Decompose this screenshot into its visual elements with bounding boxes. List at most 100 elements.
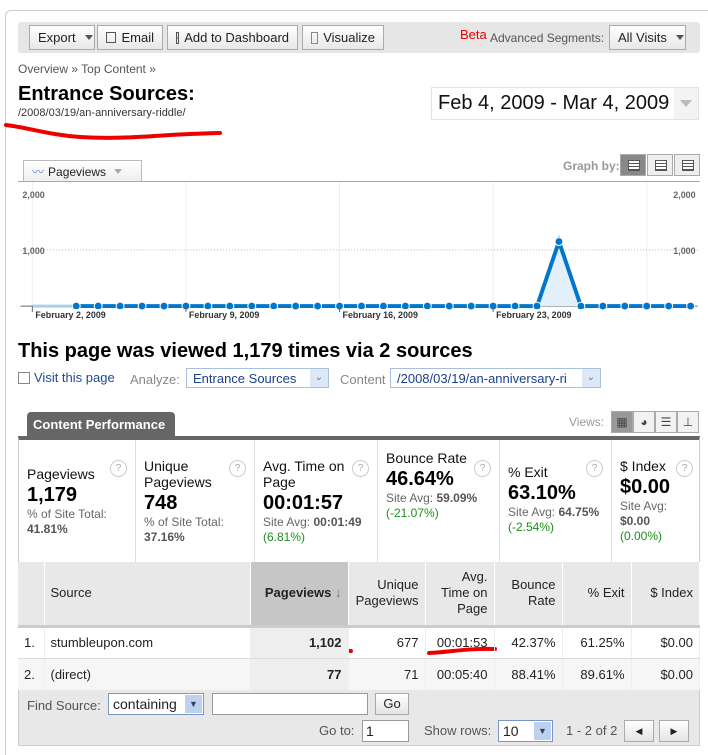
analyze-dropdown[interactable]: Entrance Sources ⌄ [186,368,329,388]
help-icon[interactable]: ? [352,460,369,477]
chevron-down-icon [84,35,93,40]
help-icon[interactable]: ? [229,460,246,477]
scorecard-sub: Site Avg: [508,505,556,519]
source-link[interactable]: stumbleupon.com [44,626,251,659]
col-source[interactable]: Source [44,562,251,628]
series-area [76,241,691,307]
graph-by-day-button[interactable] [620,154,646,176]
x-tick-label: February 9, 2009 [189,310,259,320]
beta-label: Beta [460,27,487,42]
col-index[interactable]: $ Index [631,562,700,628]
pivot-view-icon[interactable]: ⊥ [677,411,699,433]
red-underline-title [4,123,222,140]
pagination-range: 1 - 2 of 2 [566,723,618,738]
scorecard-avg: 64.75% [558,505,600,519]
pie-view-icon[interactable]: ◕ [633,411,655,433]
col-pageviews[interactable]: Pageviews ↓ [250,562,349,628]
chevron-down-icon [675,35,684,40]
data-point [576,301,586,311]
scorecard: Unique Pageviews 748 % of Site Total: 37… [136,440,255,562]
data-point [444,301,454,311]
email-button[interactable]: Email [97,25,163,50]
scorecard-title: Bounce Rate [386,450,467,466]
segments-dropdown[interactable]: All Visits [609,25,686,50]
table-header: Source Pageviews ↓ Unique Pageviews Avg.… [18,562,700,628]
data-point [225,301,235,311]
export-button[interactable]: Export [29,25,95,50]
col-bounce-rate[interactable]: Bounce Rate [494,562,563,628]
data-point [686,301,696,311]
source-link[interactable]: (direct) [44,658,251,691]
external-link-icon [18,371,30,384]
avg-time-cell: 00:01:53 [425,626,495,659]
y-tick-label-right: 1,000 [673,246,695,256]
find-source-input[interactable] [212,693,368,715]
show-rows-dropdown[interactable]: 10 ▼ [498,720,553,742]
data-point [378,301,388,311]
go-button[interactable]: Go [375,693,409,715]
table-row: 2. (direct) 77 71 00:05:40 88.41% 89.61% $0.00 [18,658,700,691]
help-icon[interactable]: ? [586,460,603,477]
col-exit[interactable]: % Exit [562,562,632,628]
data-point [598,301,608,311]
table-row: 1. stumbleupon.com 1,102 677 00:01:53 42.37% 6… [18,626,700,659]
page-path: /2008/03/19/an-anniversary-riddle/ [18,107,186,119]
tab-content-performance[interactable]: Content Performance [27,412,175,436]
scorecard: % Exit 63.10% Site Avg: 64.75% (-2.54%) … [500,440,612,562]
breadcrumb-overview[interactable]: Overview [18,62,68,76]
row-index: 2. [18,658,45,691]
content-dropdown[interactable]: /2008/03/19/an-anniversary-ri ⌄ [390,368,601,388]
data-point [532,301,542,311]
scorecard-avg: 41.81% [27,522,68,536]
data-point [71,301,81,311]
scorecard-sub: Site Avg: [263,515,311,529]
scorecard: Avg. Time on Page 00:01:57 Site Avg: 00:… [255,440,378,562]
graph-by-week-button[interactable] [647,154,673,176]
data-point [400,301,410,311]
data-point [313,301,323,311]
index-cell: $0.00 [631,658,700,691]
table-view-icon[interactable]: ▦ [611,411,633,433]
bounce-rate-cell: 42.37% [494,626,563,659]
scorecard: Bounce Rate 46.64% Site Avg: 59.09% (-21… [378,440,500,562]
visit-page-link[interactable]: Visit this page [18,370,115,385]
prev-page-button[interactable]: ◀ [624,720,654,742]
scorecard-value: 1,179 [27,484,78,506]
help-icon[interactable]: ? [676,460,693,477]
data-point [510,301,520,311]
goto-input[interactable]: 1 [362,720,409,742]
graph-by-month-button[interactable] [674,154,700,176]
scorecard-title: % Exit [508,464,548,480]
help-icon[interactable]: ? [110,460,127,477]
page-title: Entrance Sources: [18,83,195,105]
visualize-button[interactable]: Visualize [302,25,384,50]
y-tick-label-left: 1,000 [22,246,44,256]
scorecard-sub: Site Avg: [386,491,434,505]
metric-selector[interactable]: 〰 Pageviews [23,160,142,182]
data-point [357,301,366,311]
index-cell: $0.00 [631,626,700,659]
data-point [554,237,564,247]
x-tick-label: February 16, 2009 [343,310,418,320]
data-point [93,301,103,311]
unique-pageviews-cell: 71 [348,658,426,691]
data-point [137,301,147,311]
col-avg-time[interactable]: Avg. Time on Page [425,562,495,628]
scorecard-avg: 37.16% [144,530,185,544]
chevron-down-icon: ▼ [185,695,202,713]
find-mode-dropdown[interactable]: containing ▼ [108,693,204,715]
pageviews-chart: 1,000 1,000 2,000 2,000 February 2, 2009 Febr… [18,181,700,321]
pageviews-cell: 77 [250,658,349,691]
next-page-button[interactable]: ▶ [659,720,689,742]
bar-view-icon[interactable]: ☰ [655,411,677,433]
help-icon[interactable]: ? [474,460,491,477]
chevron-down-icon[interactable] [674,88,698,119]
scorecard-title: $ Index [620,458,666,474]
date-range-picker[interactable]: Feb 4, 2009 - Mar 4, 2009 [431,87,699,120]
add-to-dashboard-button[interactable]: Add to Dashboard [167,25,298,50]
scorecard-diff: (-21.07%) [386,506,439,520]
bounce-rate-cell: 88.41% [494,658,563,691]
col-unique-pageviews[interactable]: Unique Pageviews [348,562,426,628]
breadcrumb-top-content[interactable]: Top Content [81,62,146,76]
scorecard-diff: (0.00%) [620,529,663,543]
